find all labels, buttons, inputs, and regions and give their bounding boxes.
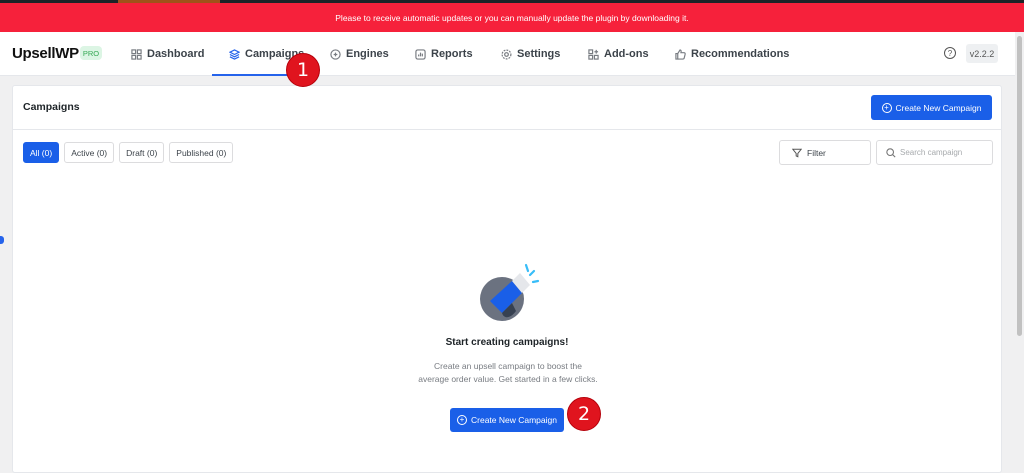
empty-state-title: Start creating campaigns!: [445, 337, 569, 348]
tab-active[interactable]: Active (0): [64, 142, 115, 163]
filter-label: Filter: [807, 147, 826, 158]
page-title: Campaigns: [23, 101, 80, 113]
gear-icon: [501, 49, 512, 59]
layers-icon: [229, 48, 240, 60]
search-icon: [886, 147, 896, 158]
version-badge: v2.2.2: [966, 44, 998, 63]
step-marker-2: 2: [567, 397, 601, 431]
app-header: UpsellWP PRO Dashboard Campaigns Engines…: [0, 32, 1018, 76]
plus-circle-icon: +: [457, 415, 467, 425]
thumbs-up-icon: [675, 48, 686, 60]
nav-reports-label: Reports: [431, 48, 473, 60]
nav-reports[interactable]: Reports: [415, 32, 473, 76]
page-scrollbar[interactable]: [1015, 32, 1024, 473]
empty-state-description: Create an upsell campaign to boost the a…: [418, 361, 598, 384]
reports-icon: [415, 48, 426, 60]
search-box[interactable]: [876, 140, 993, 165]
nav-engines-label: Engines: [346, 48, 389, 60]
nav-addons-label: Add-ons: [604, 48, 649, 60]
nav-addons[interactable]: Add-ons: [588, 32, 649, 76]
nav-engines[interactable]: Engines: [330, 32, 389, 76]
search-input[interactable]: [900, 148, 990, 157]
empty-create-campaign-button[interactable]: + Create New Campaign: [450, 408, 564, 432]
plus-circle-icon: +: [881, 102, 892, 113]
filter-button[interactable]: Filter: [779, 140, 871, 165]
brand-name: UpsellWP: [12, 45, 79, 62]
status-tabs: All (0) Active (0) Draft (0) Published (…: [23, 142, 234, 163]
nav-recommendations-label: Recommendations: [691, 48, 790, 60]
update-notice-banner: Please to receive automatic updates or y…: [0, 3, 1024, 32]
panel-header: Campaigns + Create New Campaign: [13, 86, 1001, 130]
scrollbar-thumb[interactable]: [1017, 36, 1022, 336]
tab-published[interactable]: Published (0): [169, 142, 234, 163]
tab-draft[interactable]: Draft (0): [119, 142, 165, 163]
addons-icon: [588, 48, 599, 60]
empty-create-campaign-label: Create New Campaign: [471, 415, 557, 425]
create-campaign-label: Create New Campaign: [895, 102, 982, 113]
pro-badge: PRO: [80, 46, 102, 60]
left-edge-indicator: [0, 236, 4, 244]
help-icon[interactable]: ?: [944, 47, 956, 59]
tab-all[interactable]: All (0): [23, 142, 60, 163]
nav-settings[interactable]: Settings: [501, 32, 560, 76]
nav-dashboard[interactable]: Dashboard: [131, 32, 204, 76]
filter-icon: [792, 148, 802, 158]
campaigns-panel: Campaigns + Create New Campaign All (0) …: [12, 85, 1002, 473]
create-campaign-button[interactable]: + Create New Campaign: [871, 95, 992, 120]
dashboard-icon: [131, 48, 142, 60]
nav-recommendations[interactable]: Recommendations: [675, 32, 789, 76]
nav-dashboard-label: Dashboard: [147, 48, 205, 60]
megaphone-icon: [480, 263, 540, 321]
update-notice-text: Please to receive automatic updates or y…: [335, 12, 689, 23]
nav-settings-label: Settings: [517, 48, 561, 60]
engine-icon: [330, 48, 341, 60]
step-marker-1: 1: [286, 53, 320, 87]
